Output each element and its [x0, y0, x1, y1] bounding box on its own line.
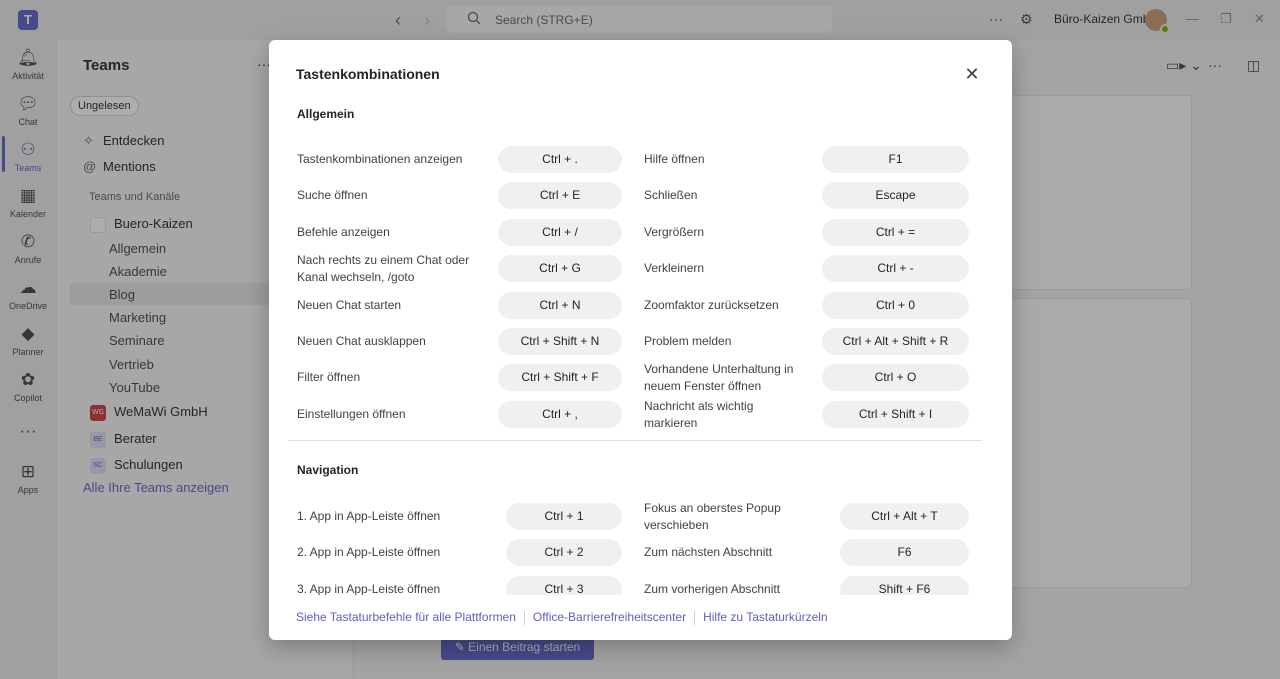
- shortcut-label: Neuen Chat starten: [297, 298, 402, 312]
- all-platforms-link[interactable]: Siehe Tastaturbefehle für alle Plattform…: [296, 610, 516, 624]
- footer-separator: [523, 610, 525, 625]
- shortcut-label: Fokus an oberstes Popup verschieben: [644, 501, 781, 532]
- shortcut-key: Ctrl + O: [822, 364, 969, 391]
- section-title-general: Allgemein: [297, 107, 355, 121]
- dialog-footer: Siehe Tastaturbefehle für alle Plattform…: [296, 610, 828, 625]
- shortcut-key: Ctrl + =: [822, 219, 969, 246]
- shortcut-key: Ctrl + .: [498, 146, 622, 173]
- shortcut-key: Ctrl + G: [498, 255, 622, 282]
- shortcut-label: Tastenkombinationen anzeigen: [297, 152, 463, 166]
- accessibility-center-link[interactable]: Office-Barrierefreiheitscenter: [533, 610, 686, 624]
- shortcut-label: Vorhandene Unterhaltung in neuem Fenster…: [644, 362, 794, 393]
- shortcut-label: Zum vorherigen Abschnitt: [644, 582, 781, 595]
- keyboard-shortcuts-dialog: Tastenkombinationen ✕ Allgemein Tastenko…: [269, 40, 1012, 640]
- shortcut-label: Problem melden: [644, 334, 732, 348]
- shortcuts-scroll-area[interactable]: Tastenkombinationen anzeigen Ctrl + . Su…: [269, 135, 1012, 595]
- shortcut-key: Ctrl + 0: [822, 292, 969, 319]
- section-divider: [288, 440, 982, 441]
- shortcut-key: Shift + F6: [840, 576, 969, 595]
- shortcut-key: Ctrl + ,: [498, 401, 622, 428]
- shortcut-key: Ctrl + 1: [506, 503, 622, 530]
- close-icon[interactable]: ✕: [962, 64, 982, 84]
- shortcut-label: Nach rechts zu einem Chat oder Kanal wec…: [297, 253, 470, 284]
- shortcut-label: 1. App in App-Leiste öffnen: [297, 509, 441, 523]
- shortcut-label: Zoomfaktor zurücksetzen: [644, 298, 779, 312]
- shortcut-label: Hilfe öffnen: [644, 152, 705, 166]
- shortcut-label: 2. App in App-Leiste öffnen: [297, 545, 441, 559]
- shortcut-label: Nachricht als wichtig markieren: [644, 399, 754, 430]
- shortcut-key: Ctrl + N: [498, 292, 622, 319]
- shortcut-key: Ctrl + Shift + I: [822, 401, 969, 428]
- dialog-title: Tastenkombinationen: [296, 66, 440, 82]
- shortcut-key: Ctrl + -: [822, 255, 969, 282]
- shortcut-label: Filter öffnen: [297, 370, 361, 384]
- shortcut-key: Escape: [822, 182, 969, 209]
- shortcut-label: Verkleinern: [644, 261, 705, 275]
- shortcut-key: F1: [822, 146, 969, 173]
- shortcut-label: Befehle anzeigen: [297, 225, 390, 239]
- shortcut-key: Ctrl + Shift + N: [498, 328, 622, 355]
- shortcut-key: Ctrl + /: [498, 219, 622, 246]
- shortcut-key: Ctrl + E: [498, 182, 622, 209]
- shortcut-key: F6: [840, 539, 969, 566]
- shortcut-label: 3. App in App-Leiste öffnen: [297, 582, 441, 595]
- shortcut-label: Zum nächsten Abschnitt: [644, 545, 773, 559]
- shortcut-key: Ctrl + Alt + Shift + R: [822, 328, 969, 355]
- footer-separator: [694, 610, 696, 625]
- shortcut-key: Ctrl + Shift + F: [498, 364, 622, 391]
- section-title-navigation: Navigation: [297, 463, 359, 477]
- shortcut-label: Vergrößern: [644, 225, 705, 239]
- shortcut-label: Neuen Chat ausklappen: [297, 334, 426, 348]
- shortcut-help-link[interactable]: Hilfe zu Tastaturkürzeln: [703, 610, 828, 624]
- shortcut-label: Schließen: [644, 188, 698, 202]
- shortcut-key: Ctrl + Alt + T: [840, 503, 969, 530]
- shortcut-label: Suche öffnen: [297, 188, 368, 202]
- shortcut-key: Ctrl + 3: [506, 576, 622, 595]
- shortcut-label: Einstellungen öffnen: [297, 407, 406, 421]
- shortcut-key: Ctrl + 2: [506, 539, 622, 566]
